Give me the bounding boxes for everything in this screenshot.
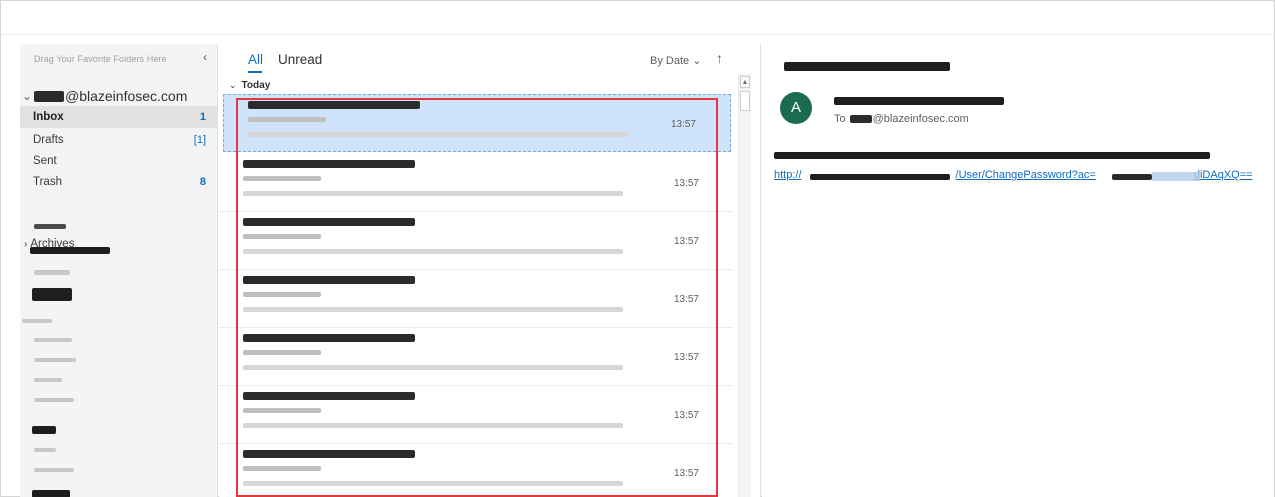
message-row[interactable]: 13:57 (219, 328, 733, 386)
folder-trash[interactable]: Trash 8 (20, 171, 217, 193)
message-time: 13:57 (673, 294, 699, 305)
redacted-folder[interactable] (34, 358, 76, 362)
folder-label: Inbox (33, 111, 64, 123)
redacted-folder[interactable] (34, 398, 74, 402)
redacted-subject (243, 176, 321, 181)
message-time: 13:57 (670, 119, 696, 130)
redacted-sender-name[interactable] (834, 97, 1004, 105)
message-time: 13:57 (673, 410, 699, 421)
redacted-folder[interactable] (34, 378, 62, 382)
redacted-preview (243, 191, 623, 196)
redacted-subject (243, 350, 321, 355)
redacted-folder[interactable] (32, 288, 72, 301)
unread-count: 8 (199, 176, 206, 188)
recipient-line: To @blazeinfosec.com (834, 113, 969, 125)
folder-label: Sent (33, 155, 57, 167)
redacted-preview (243, 249, 623, 254)
favorites-drop-hint: Drag Your Favorite Folders Here (34, 54, 167, 64)
message-time: 13:57 (673, 236, 699, 247)
message-row[interactable]: 13:57 (219, 444, 733, 497)
account-header[interactable]: ⌄ @blazeinfosec.com (20, 86, 187, 106)
message-time: 13:57 (673, 468, 699, 479)
redacted-account-name (34, 90, 64, 102)
message-time: 13:57 (673, 352, 699, 363)
folder-label: Drafts (33, 134, 64, 146)
redacted-sender (243, 334, 415, 342)
redacted-link-token (1112, 174, 1152, 180)
message-list-scrollbar[interactable]: ▲ (738, 74, 751, 497)
redacted-subject (243, 234, 321, 239)
redacted-preview (243, 423, 623, 428)
redacted-folder[interactable] (30, 247, 110, 254)
tab-all[interactable]: All (248, 52, 263, 67)
sort-dropdown[interactable]: By Date ⌄ (650, 54, 701, 67)
redacted-body-line (774, 152, 1210, 159)
redacted-subject (243, 408, 321, 413)
redacted-subject-heading (784, 62, 950, 71)
redacted-link-token-highlight (1152, 172, 1200, 181)
redacted-folder[interactable] (34, 338, 72, 342)
sender-avatar[interactable]: A (780, 92, 812, 124)
chevron-down-icon: ⌄ (692, 55, 702, 67)
folder-inbox[interactable]: Inbox 1 (20, 106, 217, 128)
redacted-sender (243, 160, 415, 168)
redacted-sender (243, 392, 415, 400)
chevron-down-icon: ⌄ (229, 80, 237, 90)
redacted-sender (248, 101, 420, 109)
active-tab-indicator (248, 71, 262, 73)
redacted-folder[interactable] (34, 448, 56, 452)
redacted-folder[interactable] (34, 224, 66, 229)
to-label: To (834, 113, 846, 125)
folder-sent[interactable]: Sent (20, 150, 217, 172)
message-row[interactable]: 13:57 (219, 212, 733, 270)
chevron-right-icon: › (24, 239, 28, 250)
link-path: /User/ChangePassword?ac= (955, 169, 1096, 181)
group-label: Today (241, 80, 271, 91)
chevron-down-icon: ⌄ (21, 89, 33, 103)
redacted-sender (243, 276, 415, 284)
tab-unread[interactable]: Unread (278, 52, 322, 67)
scroll-up-arrow-icon[interactable]: ▲ (740, 76, 750, 88)
sort-direction-arrow-icon[interactable]: ↑ (716, 50, 723, 66)
redacted-folder[interactable] (34, 468, 74, 472)
redacted-recipient (849, 115, 872, 124)
folder-pane: Drag Your Favorite Folders Here ‹ ⌄ @bla… (20, 44, 218, 497)
redacted-folder[interactable] (34, 270, 70, 275)
redacted-preview (243, 307, 623, 312)
message-time: 13:57 (673, 178, 699, 189)
message-row[interactable]: 13:57 (219, 270, 733, 328)
folder-label: Trash (33, 176, 62, 188)
message-row[interactable]: 13:57 (219, 154, 733, 212)
redacted-sender (243, 450, 415, 458)
folder-drafts[interactable]: Drafts [1] (20, 129, 217, 151)
reading-pane: A To @blazeinfosec.com http:// /User/Chang… (762, 44, 1274, 497)
redacted-folder[interactable] (32, 490, 70, 497)
draft-count: [1] (193, 134, 206, 146)
collapse-pane-button[interactable]: ‹ (203, 50, 207, 64)
redacted-preview (243, 481, 623, 486)
account-domain: @blazeinfosec.com (65, 88, 188, 104)
redacted-subject (243, 292, 321, 297)
recipient-domain: @blazeinfosec.com (872, 113, 969, 125)
message-row[interactable]: 13:57 (223, 94, 731, 152)
redacted-subject (248, 117, 326, 122)
message-row[interactable]: 13:57 (219, 386, 733, 444)
link-end: diDAqXQ== (1193, 169, 1253, 181)
redacted-link-host (810, 174, 950, 180)
redacted-subject (243, 466, 321, 471)
sort-label: By Date (650, 55, 690, 67)
link-start: http:// (774, 169, 802, 181)
unread-count: 1 (199, 111, 206, 123)
redacted-folder[interactable] (32, 426, 56, 434)
redacted-preview (248, 132, 628, 137)
redacted-sender (243, 218, 415, 226)
redacted-folder[interactable] (22, 319, 52, 323)
redacted-preview (243, 365, 623, 370)
top-bar (1, 1, 1274, 35)
date-group-header[interactable]: ⌄ Today (229, 80, 270, 91)
message-list-pane: All Unread By Date ⌄ ↑ ⌄ Today 13:57 13:5… (219, 44, 761, 497)
scroll-thumb[interactable] (740, 91, 750, 111)
